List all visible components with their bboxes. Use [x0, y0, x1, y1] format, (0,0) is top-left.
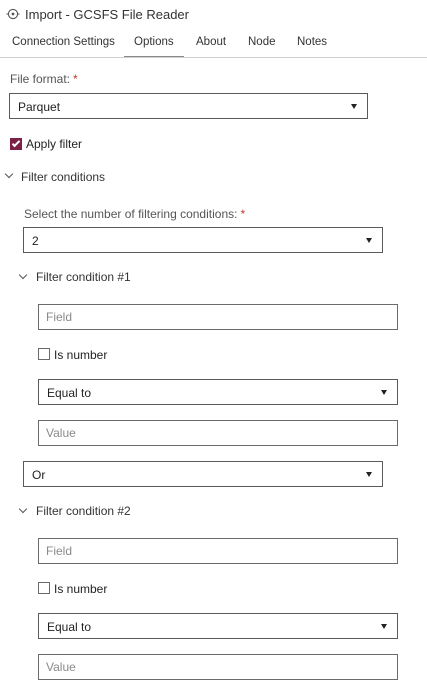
condition-2-field-input[interactable] — [38, 538, 398, 564]
filter-conditions-title: Filter conditions — [21, 170, 106, 184]
caret-down-icon — [381, 624, 387, 629]
tab-node[interactable]: Node — [248, 36, 276, 48]
tab-connection-settings[interactable]: Connection Settings — [12, 36, 115, 48]
filter-count-select[interactable]: 2 — [23, 227, 383, 253]
condition-2-value-input[interactable] — [38, 654, 398, 680]
condition-1-operator-value: Equal to — [47, 386, 92, 400]
condition-1-value-input[interactable] — [38, 420, 398, 446]
condition-2-operator-value: Equal to — [47, 620, 92, 634]
tab-notes[interactable]: Notes — [297, 36, 327, 48]
file-format-label: File format: * — [10, 72, 78, 86]
condition-2-operator-select[interactable]: Equal to — [38, 613, 398, 639]
condition-2-is-number-checkbox[interactable] — [38, 582, 50, 594]
chevron-down-icon[interactable] — [18, 504, 28, 514]
caret-down-icon — [351, 104, 357, 109]
condition-1-is-number-checkbox[interactable] — [38, 348, 50, 360]
filter-condition-1-title: Filter condition #1 — [36, 270, 131, 284]
caret-down-icon — [366, 472, 372, 477]
condition-1-field-input[interactable] — [38, 304, 398, 330]
required-marker: * — [240, 207, 246, 221]
condition-2-is-number-label: Is number — [54, 582, 108, 596]
tab-bar: Connection Settings Options About Node N… — [0, 30, 427, 58]
apply-filter-checkbox[interactable] — [10, 138, 22, 150]
caret-down-icon — [381, 390, 387, 395]
filter-condition-2-title: Filter condition #2 — [36, 504, 131, 518]
tab-options[interactable]: Options — [124, 36, 184, 57]
tab-about[interactable]: About — [196, 36, 226, 48]
filter-count-value: 2 — [32, 234, 39, 248]
condition-1-operator-select[interactable]: Equal to — [38, 379, 398, 405]
caret-down-icon — [366, 238, 372, 243]
apply-filter-label: Apply filter — [26, 137, 83, 151]
logical-operator-value: Or — [32, 468, 46, 482]
import-target-icon — [6, 8, 20, 20]
chevron-down-icon[interactable] — [18, 270, 28, 280]
filter-count-label: Select the number of filtering condition… — [24, 207, 245, 221]
checkmark-icon — [11, 138, 21, 148]
title-bar: Import - GCSFS File Reader — [0, 0, 427, 30]
condition-1-is-number-label: Is number — [54, 348, 108, 362]
file-format-value: Parquet — [18, 100, 61, 114]
filter-count-label-text: Select the number of filtering condition… — [24, 207, 238, 221]
file-format-label-text: File format: — [10, 72, 71, 86]
file-format-select[interactable]: Parquet — [9, 93, 368, 119]
window-title: Import - GCSFS File Reader — [25, 7, 189, 22]
chevron-down-icon[interactable] — [4, 169, 14, 179]
required-marker: * — [73, 72, 78, 86]
logical-operator-select[interactable]: Or — [23, 461, 383, 487]
